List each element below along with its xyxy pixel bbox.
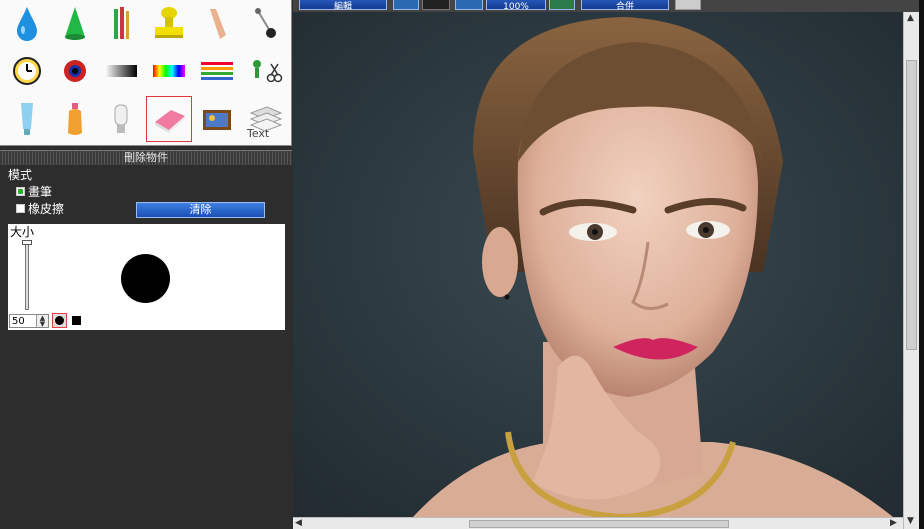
clock-icon[interactable] — [4, 48, 50, 94]
photo-box-icon[interactable] — [194, 96, 240, 142]
thumbnail-icon[interactable] — [675, 0, 701, 10]
zoom-display[interactable]: 100% — [486, 0, 546, 12]
panel-title: 刪除物件 — [124, 151, 168, 164]
size-slider-track[interactable] — [25, 244, 29, 310]
size-slider-thumb[interactable] — [22, 240, 32, 245]
scroll-down-icon[interactable]: ▼ — [907, 516, 914, 526]
scissors-icon[interactable] — [242, 48, 288, 94]
top-toolbar: 編輯 100% 合併 — [293, 0, 924, 12]
brush-preview — [121, 254, 170, 303]
rainbow-icon[interactable] — [146, 48, 192, 94]
finger-icon[interactable] — [194, 0, 240, 46]
brush-mode-checkbox[interactable] — [16, 187, 25, 196]
pin-icon[interactable] — [242, 0, 288, 46]
size-spinner[interactable]: ▲ ▼ — [36, 315, 48, 328]
rotate-icon[interactable] — [393, 0, 419, 10]
water-drop-icon[interactable] — [4, 0, 50, 46]
back-icon[interactable] — [422, 0, 450, 10]
scroll-up-icon[interactable]: ▲ — [907, 13, 914, 23]
eye-icon[interactable] — [52, 48, 98, 94]
lines-icon[interactable] — [194, 48, 240, 94]
panel-header: 刪除物件 — [0, 150, 292, 165]
edit-button[interactable]: 編輯 — [299, 0, 387, 12]
brush-mode-label[interactable]: 畫筆 — [28, 185, 52, 199]
bottle-icon[interactable] — [52, 96, 98, 142]
clear-button[interactable]: 清除 — [136, 202, 265, 218]
eraser-mode-label[interactable]: 橡皮擦 — [28, 202, 64, 216]
left-panel: Text 刪除物件 模式 畫筆 橡皮擦 清除 大小 ▲▼ — [0, 0, 293, 529]
image-canvas[interactable] — [293, 12, 903, 517]
round-brush-shape[interactable] — [52, 313, 67, 328]
horizontal-scroll-thumb[interactable] — [469, 520, 729, 528]
text-stack-icon[interactable]: Text — [242, 96, 288, 142]
lamp-icon[interactable] — [98, 96, 144, 142]
gradient-icon[interactable] — [98, 48, 144, 94]
eraser-mode-checkbox[interactable] — [16, 204, 25, 213]
move-icon[interactable] — [549, 0, 575, 10]
vertical-scrollbar[interactable]: ▲ ▼ — [903, 12, 919, 529]
window-edge — [919, 0, 924, 529]
merge-button[interactable]: 合併 — [581, 0, 669, 12]
size-label: 大小 — [10, 225, 35, 239]
horizontal-scrollbar[interactable]: ◀ ▶ — [293, 517, 903, 529]
text-icon-label: Text — [246, 127, 270, 139]
scroll-right-icon[interactable]: ▶ — [890, 518, 897, 528]
brushes-icon[interactable] — [98, 0, 144, 46]
scroll-left-icon[interactable]: ◀ — [295, 518, 302, 528]
eraser-icon[interactable] — [146, 96, 192, 142]
tool-palette: Text — [0, 0, 292, 146]
stamp-icon[interactable] — [146, 0, 192, 46]
vertical-scroll-thumb[interactable] — [906, 60, 917, 350]
pen-icon[interactable] — [455, 0, 483, 10]
portrait-photo — [293, 12, 903, 517]
size-panel: 大小 ▲▼ — [8, 224, 285, 330]
mode-label: 模式 — [8, 168, 33, 182]
tube-icon[interactable] — [4, 96, 50, 142]
square-brush-shape[interactable] — [72, 316, 81, 325]
cone-icon[interactable] — [52, 0, 98, 46]
